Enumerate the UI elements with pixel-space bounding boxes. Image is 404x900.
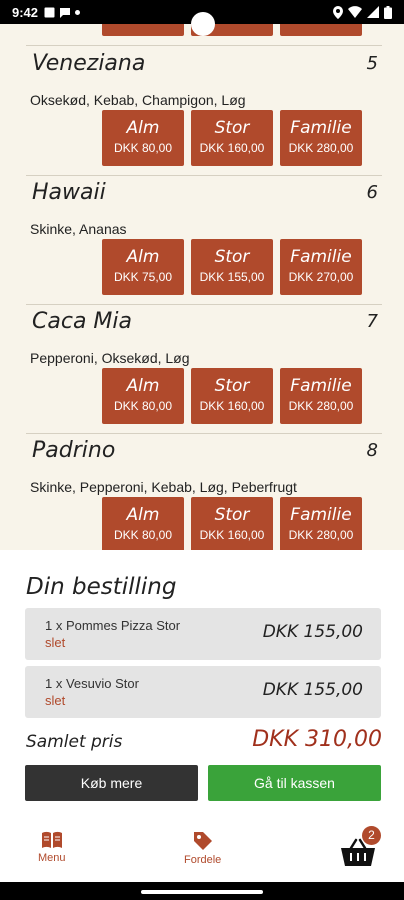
size-button-partial[interactable]: [280, 24, 362, 36]
notification-square-icon: [44, 7, 55, 17]
pizza-name: Veneziana: [32, 51, 146, 76]
delete-item-link[interactable]: slet: [45, 635, 65, 650]
pizza-ingredients: Oksekød, Kebab, Champigon, Løg: [30, 92, 246, 108]
delete-item-link[interactable]: slet: [45, 693, 65, 708]
pizza-ingredients: Skinke, Pepperoni, Kebab, Løg, Peberfrug…: [30, 479, 297, 495]
size-price: DKK 270,00: [288, 270, 354, 284]
buy-more-button[interactable]: Køb mere: [25, 765, 198, 801]
pizza-ingredients: Pepperoni, Oksekød, Løg: [30, 350, 190, 366]
size-buttons: Alm DKK 80,00 Stor DKK 160,00 Familie DKK 2…: [102, 368, 362, 424]
total-value: DKK 310,00: [252, 727, 382, 752]
size-buttons: Alm DKK 80,00 Stor DKK 160,00 Familie DKK 2…: [102, 497, 362, 550]
size-button-regular[interactable]: Alm DKK 80,00: [102, 368, 184, 424]
order-item: 1 x Pommes Pizza Stor slet DKK 155,00: [25, 608, 381, 660]
pizza-item: Padrino 8 Skinke, Pepperoni, Kebab, Løg,…: [26, 434, 382, 550]
pizza-number: 8: [366, 440, 378, 461]
pizza-number: 6: [366, 182, 378, 203]
size-label: Familie: [290, 118, 352, 138]
size-button-partial[interactable]: [102, 24, 184, 36]
size-label: Stor: [214, 118, 250, 138]
pizza-item: Veneziana 5 Oksekød, Kebab, Champigon, L…: [26, 47, 382, 175]
size-button-regular[interactable]: Alm DKK 80,00: [102, 497, 184, 550]
pizza-name: Padrino: [32, 438, 116, 463]
checkout-button[interactable]: Gå til kassen: [208, 765, 381, 801]
order-item: 1 x Vesuvio Stor slet DKK 155,00: [25, 666, 381, 718]
size-buttons: Alm DKK 80,00 Stor DKK 160,00 Familie DKK 2…: [102, 110, 362, 166]
size-label: Stor: [214, 247, 250, 267]
bottom-navigation: Menu Fordele 2: [0, 818, 404, 882]
pizza-item: Hawaii 6 Skinke, Ananas Alm DKK 75,00 Sto…: [26, 176, 382, 304]
size-button-family[interactable]: Familie DKK 270,00: [280, 239, 362, 295]
size-price: DKK 160,00: [199, 399, 265, 413]
camera-cutout: [191, 12, 215, 36]
size-button-large[interactable]: Stor DKK 155,00: [191, 239, 273, 295]
gesture-bar: [0, 882, 404, 900]
size-price: DKK 80,00: [113, 528, 173, 542]
size-price: DKK 280,00: [288, 141, 354, 155]
pizza-name: Caca Mia: [32, 309, 132, 334]
battery-icon: [384, 5, 392, 19]
nav-label-menu: Menu: [38, 852, 66, 864]
pizza-ingredients: Skinke, Ananas: [30, 221, 127, 237]
size-button-family[interactable]: Familie DKK 280,00: [280, 497, 362, 550]
pizza-name: Hawaii: [32, 180, 106, 205]
pizza-number: 5: [366, 53, 378, 74]
order-item-name: 1 x Pommes Pizza Stor: [45, 618, 181, 633]
size-price: DKK 75,00: [113, 270, 173, 284]
dot-icon: [75, 9, 81, 15]
order-item-price: DKK 155,00: [262, 622, 363, 642]
cart-button[interactable]: 2: [340, 826, 381, 866]
size-buttons: Alm DKK 75,00 Stor DKK 155,00 Familie DKK 2…: [102, 239, 362, 295]
order-panel: Din bestilling 1 x Pommes Pizza Stor sle…: [0, 550, 404, 818]
location-icon: [333, 5, 343, 19]
size-button-regular[interactable]: Alm DKK 80,00: [102, 110, 184, 166]
cart-count-badge: 2: [362, 826, 381, 845]
previous-item-size-buttons: [102, 24, 362, 36]
tag-icon: [193, 832, 212, 850]
size-label: Stor: [214, 505, 250, 525]
size-label: Stor: [214, 376, 250, 396]
size-button-large[interactable]: Stor DKK 160,00: [191, 110, 273, 166]
size-button-large[interactable]: Stor DKK 160,00: [191, 368, 273, 424]
home-gesture-pill[interactable]: [141, 890, 263, 894]
pizza-item: Caca Mia 7 Pepperoni, Oksekød, Løg Alm DK…: [26, 305, 382, 433]
pizza-menu-list[interactable]: Veneziana 5 Oksekød, Kebab, Champigon, L…: [0, 24, 404, 550]
app-screen: 9:42 Veneziana 5 Oksekød, Kebab, Champig…: [0, 0, 404, 900]
nav-label-benefits: Fordele: [184, 854, 222, 866]
size-label: Familie: [290, 376, 352, 396]
message-icon: [60, 7, 71, 18]
size-label: Alm: [126, 376, 160, 396]
order-title: Din bestilling: [26, 574, 177, 600]
size-button-large[interactable]: Stor DKK 160,00: [191, 497, 273, 550]
nav-item-menu[interactable]: Menu: [38, 830, 66, 864]
size-button-family[interactable]: Familie DKK 280,00: [280, 110, 362, 166]
size-label: Alm: [126, 505, 160, 525]
order-item-name: 1 x Vesuvio Stor: [45, 676, 139, 691]
pizza-number: 7: [366, 311, 378, 332]
total-label: Samlet pris: [26, 732, 123, 752]
size-button-family[interactable]: Familie DKK 280,00: [280, 368, 362, 424]
status-time: 9:42: [12, 4, 39, 20]
signal-icon: [367, 6, 379, 18]
size-price: DKK 280,00: [288, 528, 354, 542]
order-item-price: DKK 155,00: [262, 680, 363, 700]
size-label: Familie: [290, 505, 352, 525]
size-label: Alm: [126, 118, 160, 138]
wifi-icon: [348, 6, 362, 18]
size-price: DKK 160,00: [199, 141, 265, 155]
size-label: Alm: [126, 247, 160, 267]
size-button-regular[interactable]: Alm DKK 75,00: [102, 239, 184, 295]
nav-item-benefits[interactable]: Fordele: [184, 830, 221, 866]
size-price: DKK 80,00: [113, 141, 173, 155]
size-price: DKK 155,00: [199, 270, 265, 284]
size-price: DKK 160,00: [199, 528, 265, 542]
book-icon: [41, 831, 62, 848]
divider: [26, 45, 382, 46]
size-price: DKK 280,00: [288, 399, 354, 413]
size-label: Familie: [290, 247, 352, 267]
size-price: DKK 80,00: [113, 399, 173, 413]
